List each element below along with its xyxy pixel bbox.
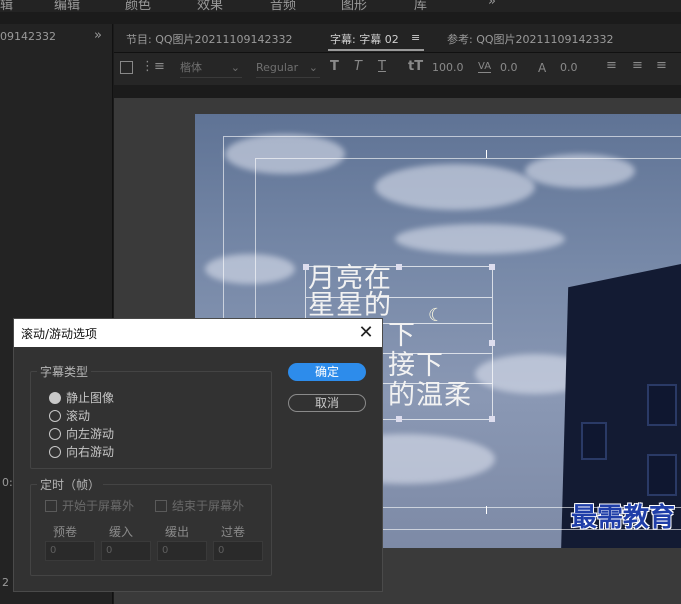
menu-bar: 辑 编辑 颜色 效果 音频 图形 库 »	[0, 0, 681, 13]
center-mark	[486, 150, 487, 158]
tab-caption[interactable]: 字幕: 字幕 02	[330, 31, 399, 47]
timing-group: 定时（帧） 开始于屏幕外 结束于屏幕外 预卷 缓入 缓出 过卷 0 0 0 0	[30, 476, 272, 576]
close-icon[interactable]: ✕	[356, 322, 376, 343]
timecode-marker: 0:	[2, 476, 13, 489]
resize-handle[interactable]	[489, 340, 495, 346]
title-toolbar: ⋮≡ 楷体 ⌄ Regular ⌄ T T T tT 100.0 VA 0.0 …	[114, 53, 681, 85]
bold-icon[interactable]: T	[330, 59, 339, 74]
font-size-icon: tT	[408, 59, 424, 74]
leading-icon: A	[538, 61, 547, 75]
title-line: 接下	[388, 350, 444, 381]
resize-handle[interactable]	[396, 264, 402, 270]
radio-dot	[49, 410, 61, 422]
tab-reference[interactable]: 参考: QQ图片20211109142332	[447, 31, 614, 47]
ease-out-input[interactable]: 0	[157, 541, 207, 561]
roll-crawl-dialog: 滚动/游动选项 ✕ 字幕类型 静止图像 滚动 向左游动 向右游动 定时（帧） 开…	[13, 318, 383, 592]
menu-item-edit-cut[interactable]: 辑	[0, 0, 13, 13]
start-offscreen-checkbox[interactable]: 开始于屏幕外	[45, 497, 134, 514]
checkbox-label: 开始于屏幕外	[62, 499, 135, 513]
italic-icon[interactable]: T	[354, 59, 362, 74]
postroll-input[interactable]: 0	[213, 541, 263, 561]
radio-label: 滚动	[66, 409, 91, 423]
ease-out-label: 缓出	[165, 525, 190, 539]
font-style-select[interactable]: Regular ⌄	[256, 59, 320, 78]
kerning-icon: VA	[478, 61, 492, 73]
chevron-down-icon: ⌄	[308, 61, 318, 74]
group-label: 字幕类型	[37, 363, 92, 380]
menu-item-graphics[interactable]: 图形	[341, 0, 367, 13]
radio-dot	[49, 446, 61, 458]
project-tab[interactable]: 09142332	[0, 30, 56, 43]
radio-dot	[49, 392, 61, 404]
menu-item-effects[interactable]: 效果	[197, 0, 223, 13]
cancel-button[interactable]: 取消	[288, 394, 366, 412]
subtitle-type-group: 字幕类型 静止图像 滚动 向左游动 向右游动	[30, 363, 272, 469]
dialog-title: 滚动/游动选项	[21, 327, 98, 341]
ok-button[interactable]: 确定	[288, 363, 366, 381]
radio-crawl-left[interactable]: 向左游动	[49, 425, 114, 442]
panel-overflow-icon[interactable]: »	[94, 28, 102, 43]
font-family-value: 楷体	[180, 61, 202, 74]
title-line: 的温柔	[388, 380, 472, 411]
checkbox-label: 结束于屏幕外	[172, 499, 245, 513]
save-icon[interactable]	[120, 61, 133, 74]
kerning-value[interactable]: 0.0	[500, 61, 518, 74]
menu-item-library[interactable]: 库	[414, 0, 427, 13]
moon-icon: ☾	[428, 305, 445, 326]
font-family-select[interactable]: 楷体 ⌄	[180, 59, 242, 78]
radio-roll[interactable]: 滚动	[49, 407, 90, 424]
checkbox-box	[45, 500, 57, 512]
preroll-input[interactable]: 0	[45, 541, 95, 561]
tab-stops-icon[interactable]: ⋮≡	[141, 59, 165, 74]
tab-program[interactable]: 节目: QQ图片20211109142332	[126, 31, 293, 47]
dialog-titlebar: 滚动/游动选项 ✕	[14, 319, 382, 347]
radio-still[interactable]: 静止图像	[49, 389, 114, 406]
leading-value[interactable]: 0.0	[560, 61, 578, 74]
postroll-label: 过卷	[221, 525, 246, 539]
chevron-down-icon: ⌄	[230, 61, 240, 74]
menu-item-color[interactable]: 颜色	[125, 0, 151, 13]
ease-in-label: 缓入	[109, 525, 134, 539]
group-label: 定时（帧）	[37, 476, 104, 493]
tab-menu-icon[interactable]: ≡	[411, 31, 420, 44]
radio-label: 向右游动	[66, 445, 115, 459]
font-size-value[interactable]: 100.0	[432, 61, 464, 74]
preroll-label: 预卷	[53, 525, 78, 539]
radio-label: 向左游动	[66, 427, 115, 441]
radio-label: 静止图像	[66, 391, 115, 405]
radio-crawl-right[interactable]: 向右游动	[49, 443, 114, 460]
end-offscreen-checkbox[interactable]: 结束于屏幕外	[155, 497, 244, 514]
center-mark	[486, 506, 487, 514]
checkbox-box	[155, 500, 167, 512]
menu-item-audio[interactable]: 音频	[270, 0, 296, 13]
ease-in-input[interactable]: 0	[101, 541, 151, 561]
editor-tabs: 节目: QQ图片20211109142332 字幕: 字幕 02 ≡ 参考: Q…	[114, 24, 681, 53]
resize-handle[interactable]	[489, 416, 495, 422]
radio-dot	[49, 428, 61, 440]
menu-item-edit[interactable]: 编辑	[54, 0, 80, 13]
title-line: 下	[388, 320, 416, 351]
underline-icon[interactable]: T	[378, 59, 386, 74]
menu-overflow-icon[interactable]: »	[488, 0, 496, 9]
panel-bottom-label: 2	[2, 576, 9, 589]
align-left-icon[interactable]: ≡	[606, 58, 617, 73]
title-line: 星星的	[308, 290, 392, 321]
align-center-icon[interactable]: ≡	[632, 58, 643, 73]
resize-handle[interactable]	[396, 416, 402, 422]
active-tab-underline	[328, 49, 424, 51]
watermark-logo: 最需教育	[570, 503, 675, 533]
font-style-value: Regular	[256, 61, 299, 74]
align-right-icon[interactable]: ≡	[656, 58, 667, 73]
resize-handle[interactable]	[489, 264, 495, 270]
